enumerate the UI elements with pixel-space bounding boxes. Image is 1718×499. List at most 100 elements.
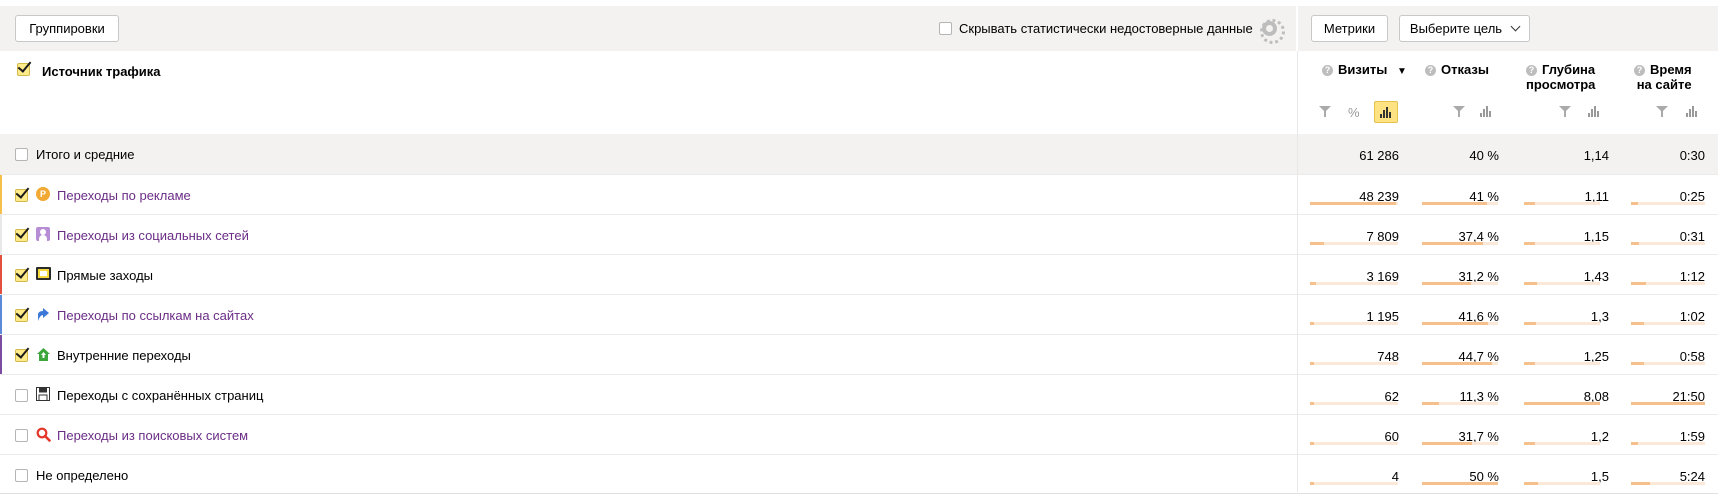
bar-track-visits [1310,242,1398,245]
bar-fill-depth [1524,242,1535,245]
table-row[interactable]: Переходы по ссылкам на сайтах 1 195 41,6 %… [0,294,1718,335]
bar-fill-time [1631,282,1646,285]
row-color-marker [0,255,2,295]
table-row[interactable]: Переходы из поисковых систем 60 31,7 % 1,2 1… [0,414,1718,454]
ad-coin-icon: Р [36,187,51,202]
totals-checkbox[interactable] [15,148,28,161]
bar-fill-bounce [1422,242,1483,245]
bar-track-bounce [1422,242,1498,245]
bar-fill-time [1631,242,1639,245]
row-label[interactable]: Переходы по рекламе [57,188,191,203]
bar-track-bounce [1422,282,1498,285]
bar-fill-bounce [1422,402,1439,405]
bar-chart-icon[interactable] [1588,104,1602,118]
bar-fill-visits [1310,242,1324,245]
bar-fill-bounce [1422,442,1472,445]
bar-track-bounce [1422,322,1498,325]
bar-track-visits [1310,442,1398,445]
row-label: Не определено [36,468,129,483]
column-header-bounce[interactable]: ? Отказы [1425,62,1489,77]
table-row[interactable]: Прямые заходы 3 169 31,2 % 1,43 1:12 [0,254,1718,295]
row-label[interactable]: Переходы из социальных сетей [57,228,249,243]
row-checkbox[interactable] [15,269,28,282]
row-checkbox[interactable] [15,229,28,242]
help-icon[interactable]: ? [1322,65,1333,76]
row-label: Внутренние переходы [57,348,191,363]
bar-chart-toggle-active[interactable] [1374,101,1398,123]
row-label: Прямые заходы [57,268,154,283]
bar-fill-visits [1310,402,1314,405]
help-icon[interactable]: ? [1425,65,1436,76]
column-header-time[interactable]: ? Время на сайте [1634,62,1692,92]
bar-track-depth [1524,482,1600,485]
hide-unreliable-checkbox[interactable] [939,22,952,35]
bar-track-bounce [1422,402,1498,405]
totals-depth: 1,14 [1583,148,1609,163]
bar-track-time [1631,282,1705,285]
bar-track-time [1631,442,1705,445]
bar-track-depth [1524,402,1600,405]
bar-chart-icon[interactable] [1480,104,1494,118]
visits-header-label: Визиты [1338,62,1388,77]
bar-track-visits [1310,402,1398,405]
bar-fill-visits [1310,362,1314,365]
bar-fill-depth [1524,322,1536,325]
row-label[interactable]: Переходы из поисковых систем [57,428,248,443]
bounce-header-label: Отказы [1441,62,1489,77]
bar-fill-depth [1524,282,1537,285]
help-icon[interactable]: ? [1526,65,1537,76]
goal-select-label: Выберите цель [1409,21,1503,36]
help-icon[interactable]: ? [1634,65,1645,76]
gear-icon[interactable] [1260,19,1285,44]
row-checkbox[interactable] [15,469,28,482]
metrics-button[interactable]: Метрики [1311,15,1388,42]
social-person-icon [36,227,51,242]
row-checkbox[interactable] [15,189,28,202]
bar-track-depth [1524,202,1600,205]
hide-unreliable-label: Скрывать статистически недостоверные дан… [959,21,1253,36]
bar-fill-time [1631,402,1705,405]
row-checkbox[interactable] [15,309,28,322]
bar-chart-icon[interactable] [1686,104,1700,118]
bar-fill-visits [1310,442,1314,445]
filter-icon[interactable] [1452,104,1466,118]
percent-icon[interactable]: % [1348,105,1362,120]
search-magnifier-icon [36,427,51,442]
totals-time: 0:30 [1679,148,1705,163]
column-header-depth[interactable]: ? Глубина просмотра [1526,62,1595,92]
row-color-marker [0,295,2,335]
bar-track-time [1631,402,1705,405]
column-header-visits[interactable]: ? Визиты ▼ [1322,62,1407,79]
filter-icon[interactable] [1558,104,1572,118]
totals-bounce: 40 % [1469,148,1499,163]
table-row[interactable]: Переходы из социальных сетей 7 809 37,4 % 1… [0,214,1718,255]
row-checkbox[interactable] [15,389,28,402]
row-checkbox[interactable] [15,349,28,362]
link-arrow-icon [36,307,51,322]
row-checkbox[interactable] [15,429,28,442]
direct-window-icon [36,267,51,282]
totals-visits: 61 286 [1359,148,1399,163]
bar-fill-depth [1524,442,1535,445]
bar-fill-visits [1310,482,1314,485]
bar-track-bounce [1422,442,1498,445]
bar-fill-depth [1524,202,1535,205]
table-row[interactable]: Внутренние переходы 748 44,7 % 1,25 0:58 [0,334,1718,375]
table-row[interactable]: Переходы с сохранённых страниц 62 11,3 % 8,… [0,374,1718,414]
bar-track-bounce [1422,482,1498,485]
bar-fill-bounce [1422,482,1498,485]
time-header-line1: Время [1650,62,1692,77]
bar-track-time [1631,242,1705,245]
row-label[interactable]: Переходы по ссылкам на сайтах [57,308,254,323]
goal-select[interactable]: Выберите цель [1399,15,1530,42]
select-all-checkbox[interactable] [17,63,30,76]
depth-header-line2: просмотра [1526,77,1596,92]
table-row[interactable]: Не определено 4 50 % 1,5 5:24 [0,454,1718,494]
filter-icon[interactable] [1318,104,1332,118]
bar-track-depth [1524,282,1600,285]
row-label: Переходы с сохранённых страниц [57,388,264,403]
internal-house-icon [36,347,51,362]
groupings-button[interactable]: Группировки [15,15,119,42]
filter-icon[interactable] [1655,104,1669,118]
table-row[interactable]: Р Переходы по рекламе 48 239 41 % 1,11 0:25 [0,174,1718,215]
